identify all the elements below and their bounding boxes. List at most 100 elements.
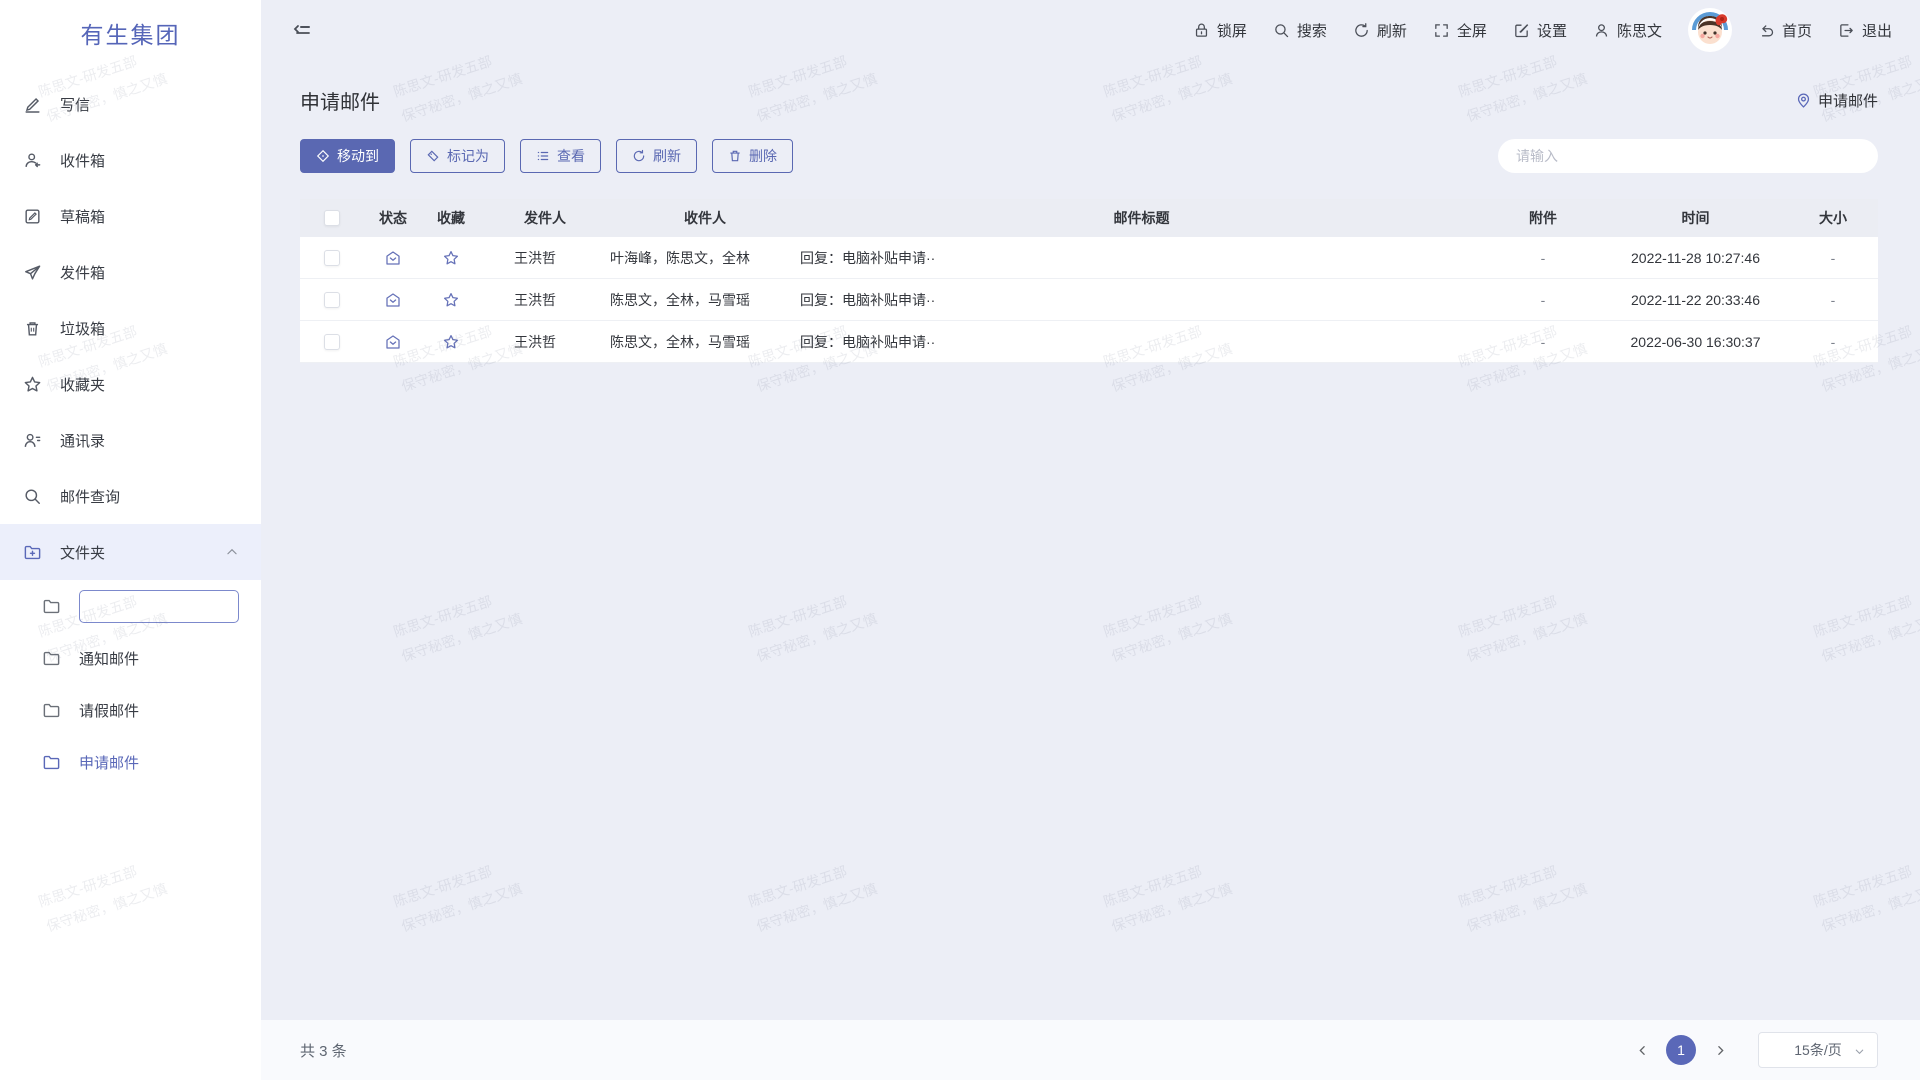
sidebar-item-contacts[interactable]: 通讯录 (0, 412, 261, 468)
mail-attachment: - (1483, 334, 1603, 350)
delete-label: 删除 (749, 146, 777, 166)
sidebar-item-label: 草稿箱 (60, 206, 105, 227)
page-size-value: 15条/页 (1794, 1040, 1841, 1060)
mark-as-button[interactable]: 标记为 (410, 139, 505, 173)
chevron-up-icon[interactable] (225, 545, 239, 559)
mail-read-icon (384, 333, 402, 351)
current-user-button[interactable]: 陈思文 (1593, 20, 1662, 41)
breadcrumb[interactable]: 申请邮件 (1795, 90, 1878, 111)
table-row[interactable]: 王洪哲 陈思文，全林，马雪瑶 回复：电脑补贴申请·· - 2022-06-30 … (300, 321, 1878, 363)
folder-label: 通知邮件 (79, 648, 139, 669)
star-icon (22, 374, 42, 394)
folder-item-leave[interactable]: 请假邮件 (0, 684, 261, 736)
sidebar-item-trash[interactable]: 垃圾箱 (0, 300, 261, 356)
mail-sender: 王洪哲 (480, 332, 610, 352)
row-checkbox[interactable] (324, 292, 340, 308)
contacts-icon (22, 430, 42, 450)
row-checkbox[interactable] (324, 250, 340, 266)
next-page-icon[interactable] (1708, 1038, 1732, 1062)
mail-attachment: - (1483, 292, 1603, 308)
mail-attachment: - (1483, 250, 1603, 266)
delete-button[interactable]: 删除 (712, 139, 793, 173)
favorite-star-icon[interactable] (442, 249, 460, 267)
mail-table: 状态 收藏 发件人 收件人 邮件标题 附件 时间 大小 王洪哲 叶海峰，陈思文，… (300, 199, 1878, 363)
favorite-star-icon[interactable] (442, 291, 460, 309)
mail-time: 2022-11-28 10:27:46 (1603, 250, 1788, 266)
move-to-button[interactable]: 移动到 (300, 139, 395, 173)
mail-time: 2022-11-22 20:33:46 (1603, 292, 1788, 308)
logout-label: 退出 (1862, 20, 1892, 41)
sidebar-item-label: 收藏夹 (60, 374, 105, 395)
col-header-favorite: 收藏 (422, 208, 480, 228)
logout-button[interactable]: 退出 (1838, 20, 1892, 41)
tag-icon (426, 149, 440, 163)
breadcrumb-label: 申请邮件 (1818, 90, 1878, 111)
refresh-button[interactable]: 刷新 (1353, 20, 1407, 41)
sidebar-item-folders[interactable]: 文件夹 (0, 524, 261, 580)
fullscreen-icon (1433, 22, 1450, 39)
trash-icon (728, 149, 742, 163)
sidebar-item-mail-search[interactable]: 邮件查询 (0, 468, 261, 524)
refresh-list-button[interactable]: 刷新 (616, 139, 697, 173)
col-header-subject: 邮件标题 (800, 208, 1483, 228)
refresh-list-label: 刷新 (653, 146, 681, 166)
mail-read-icon (384, 291, 402, 309)
sidebar-item-inbox[interactable]: 收件箱 (0, 132, 261, 188)
page-number[interactable]: 1 (1666, 1035, 1696, 1065)
content: 申请邮件 申请邮件 移动到 (261, 60, 1920, 1020)
col-header-status: 状态 (364, 208, 422, 228)
favorite-star-icon[interactable] (442, 333, 460, 351)
inbox-user-icon (22, 150, 42, 170)
col-header-size: 大小 (1788, 208, 1878, 228)
mail-time: 2022-06-30 16:30:37 (1603, 334, 1788, 350)
sidebar-item-label: 写信 (60, 94, 90, 115)
search-button[interactable]: 搜索 (1273, 20, 1327, 41)
user-icon (1593, 22, 1610, 39)
view-label: 查看 (557, 146, 585, 166)
new-folder-input[interactable] (79, 590, 239, 623)
mail-size: - (1788, 250, 1878, 266)
mail-sender: 王洪哲 (480, 248, 610, 268)
mail-subject[interactable]: 回复：电脑补贴申请·· (800, 332, 1483, 352)
search-label: 搜索 (1297, 20, 1327, 41)
topbar-actions: 锁屏 搜索 刷新 (1193, 8, 1892, 52)
fullscreen-button[interactable]: 全屏 (1433, 20, 1487, 41)
home-button[interactable]: 首页 (1758, 20, 1812, 41)
logout-icon (1838, 22, 1855, 39)
mail-recipients: 陈思文，全林，马雪瑶 (610, 290, 800, 310)
folder-item-apply[interactable]: 申请邮件 (0, 736, 261, 788)
main-area: 锁屏 搜索 刷新 (261, 0, 1920, 1080)
avatar[interactable] (1688, 8, 1732, 52)
mail-subject[interactable]: 回复：电脑补贴申请·· (800, 248, 1483, 268)
table-row[interactable]: 王洪哲 陈思文，全林，马雪瑶 回复：电脑补贴申请·· - 2022-11-22 … (300, 279, 1878, 321)
sidebar-item-favorites[interactable]: 收藏夹 (0, 356, 261, 412)
footer-bar: 共 3 条 1 15条/页 (261, 1020, 1920, 1080)
sidebar-nav: 写信 收件箱 草稿箱 发件箱 (0, 76, 261, 788)
sidebar-item-sent[interactable]: 发件箱 (0, 244, 261, 300)
search-icon (22, 486, 42, 506)
prev-page-icon[interactable] (1630, 1038, 1654, 1062)
lock-icon (1193, 22, 1210, 39)
total-count: 共 3 条 (300, 1040, 347, 1061)
select-all-checkbox[interactable] (324, 210, 340, 226)
current-user-label: 陈思文 (1617, 20, 1662, 41)
lock-screen-label: 锁屏 (1217, 20, 1247, 41)
mail-subject[interactable]: 回复：电脑补贴申请·· (800, 290, 1483, 310)
settings-button[interactable]: 设置 (1513, 20, 1567, 41)
mail-search-input[interactable] (1498, 139, 1878, 173)
sidebar-item-label: 通讯录 (60, 430, 105, 451)
collapse-sidebar-icon[interactable] (290, 18, 314, 42)
row-checkbox[interactable] (324, 334, 340, 350)
page-size-select[interactable]: 15条/页 (1758, 1032, 1878, 1068)
folder-icon (42, 649, 61, 668)
refresh-label: 刷新 (1377, 20, 1407, 41)
lock-screen-button[interactable]: 锁屏 (1193, 20, 1247, 41)
folder-label: 请假邮件 (79, 700, 139, 721)
pagination: 1 15条/页 (1630, 1032, 1878, 1068)
table-row[interactable]: 王洪哲 叶海峰，陈思文，全林 回复：电脑补贴申请·· - 2022-11-28 … (300, 237, 1878, 279)
mail-size: - (1788, 334, 1878, 350)
sidebar-item-drafts[interactable]: 草稿箱 (0, 188, 261, 244)
view-button[interactable]: 查看 (520, 139, 601, 173)
sidebar-item-compose[interactable]: 写信 (0, 76, 261, 132)
folder-item-notice[interactable]: 通知邮件 (0, 632, 261, 684)
